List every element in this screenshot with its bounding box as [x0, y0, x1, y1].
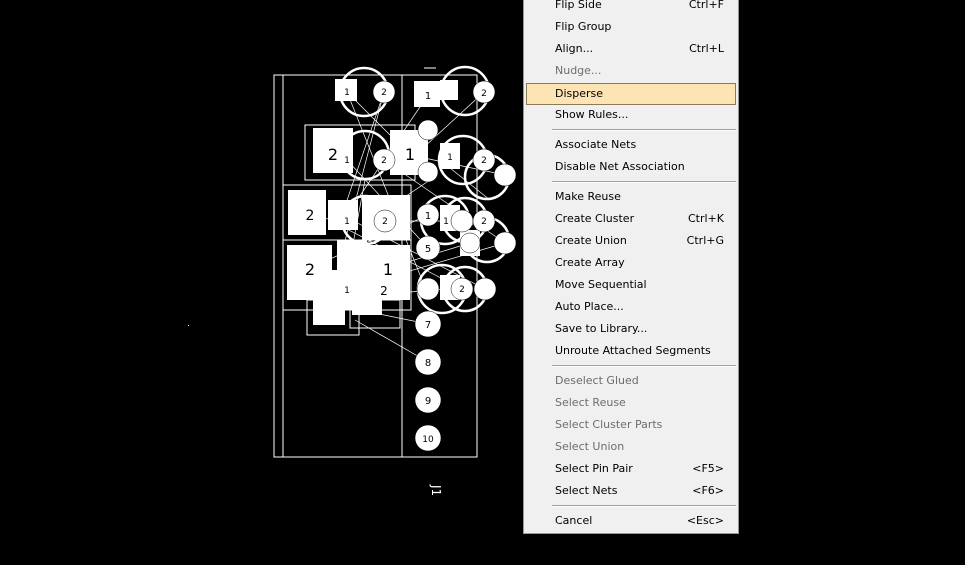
menu-item-move-sequential[interactable]: Move Sequential — [526, 275, 736, 295]
menu-item-create-cluster[interactable]: Create Cluster Ctrl+K — [526, 209, 736, 229]
menu-item-label: Deselect Glued — [555, 374, 639, 387]
menu-item-associate-nets[interactable]: Associate Nets — [526, 135, 736, 155]
menu-item-label: Make Reuse — [555, 190, 621, 203]
menu-separator — [552, 365, 736, 367]
pin-label: 2 — [481, 89, 487, 99]
pin-label: 1 — [344, 217, 350, 227]
menu-item-select-union: Select Union — [526, 437, 736, 457]
menu-item-shortcut: Ctrl+L — [689, 42, 724, 55]
menu-item-select-pin-pair[interactable]: Select Pin Pair <F5> — [526, 459, 736, 479]
menu-item-auto-place[interactable]: Auto Place... — [526, 297, 736, 317]
menu-item-cancel[interactable]: Cancel <Esc> — [526, 511, 736, 531]
menu-item-label: Show Rules... — [555, 108, 629, 121]
menu-item-label: Disable Net Association — [555, 160, 685, 173]
connector-pin: 5 — [425, 244, 431, 255]
pin-label: 1 — [405, 145, 415, 164]
pin-label: 1 — [447, 153, 453, 163]
menu-item-label: Create Array — [555, 256, 625, 269]
menu-item-select-cluster-parts: Select Cluster Parts — [526, 415, 736, 435]
menu-item-unroute-attached-segments[interactable]: Unroute Attached Segments — [526, 341, 736, 361]
menu-separator — [552, 129, 736, 131]
menu-separator — [552, 181, 736, 183]
menu-item-make-reuse[interactable]: Make Reuse — [526, 187, 736, 207]
connector-pin: 7 — [425, 320, 431, 331]
pin-label: 1 — [425, 91, 431, 102]
pin-label: 1 — [344, 156, 350, 166]
menu-item-label: Flip Group — [555, 20, 612, 33]
menu-item-label: Flip Side — [555, 0, 602, 11]
menu-item-create-union[interactable]: Create Union Ctrl+G — [526, 231, 736, 251]
connector-pin: 10 — [422, 435, 434, 445]
menu-item-label: Create Union — [555, 234, 627, 247]
pin-label: 1 — [383, 260, 393, 279]
menu-item-shortcut: Ctrl+F — [688, 0, 724, 11]
menu-item-label: Associate Nets — [555, 138, 637, 151]
cursor-dot — [188, 325, 189, 326]
pin-label: 2 — [481, 156, 487, 166]
pin-label: 2 — [306, 208, 315, 224]
menu-item-label: Select Union — [555, 440, 625, 453]
pcb-canvas[interactable]: 1 2 1 2 2 1 2 1 1 2 2 1 2 1 1 2 2 1 2 1 … — [0, 0, 965, 565]
menu-item-label: Select Nets — [555, 484, 618, 497]
pin-label: 2 — [381, 156, 387, 166]
menu-item-label: Unroute Attached Segments — [555, 344, 711, 357]
menu-item-select-nets[interactable]: Select Nets <F6> — [526, 481, 736, 501]
menu-item-shortcut: <F6> — [692, 484, 724, 497]
menu-item-label: Auto Place... — [555, 300, 624, 313]
menu-item-label: Create Cluster — [555, 212, 635, 225]
menu-item-shortcut: Ctrl+G — [686, 234, 724, 247]
pin-label: 2 — [481, 217, 487, 227]
menu-item-flip-side[interactable]: Flip Side Ctrl+F — [526, 0, 736, 15]
pin-label: 2 — [459, 285, 465, 295]
menu-item-label: Move Sequential — [555, 278, 647, 291]
menu-item-shortcut: Ctrl+K — [687, 212, 724, 225]
menu-item-label: Select Cluster Parts — [555, 418, 663, 431]
menu-item-show-rules[interactable]: Show Rules... — [526, 105, 736, 125]
menu-item-nudge: Nudge... — [526, 61, 736, 81]
pin-label: 2 — [381, 88, 387, 98]
pin-label: 1 — [425, 211, 431, 222]
pin-label: 1 — [344, 286, 350, 296]
pin-label: 2 — [305, 260, 315, 279]
menu-item-label: Cancel — [555, 514, 593, 527]
pin-label: 2 — [328, 145, 338, 164]
menu-item-shortcut: <Esc> — [686, 514, 724, 527]
menu-item-label: Nudge... — [555, 64, 602, 77]
menu-item-label: Align... — [555, 42, 594, 55]
menu-item-shortcut: <F5> — [692, 462, 724, 475]
menu-item-save-to-library[interactable]: Save to Library... — [526, 319, 736, 339]
menu-item-disperse[interactable]: Disperse — [526, 83, 736, 105]
menu-item-flip-group[interactable]: Flip Group — [526, 17, 736, 37]
menu-item-label: Disperse — [555, 87, 604, 100]
context-menu: Flip Side Ctrl+F Flip Group Align... Ctr… — [523, 0, 739, 534]
connector-pin: 9 — [425, 396, 431, 407]
pin-label: 2 — [380, 284, 388, 298]
menu-item-label: Select Pin Pair — [555, 462, 633, 475]
menu-item-label: Save to Library... — [555, 322, 648, 335]
menu-item-align[interactable]: Align... Ctrl+L — [526, 39, 736, 59]
menu-separator — [552, 505, 736, 507]
menu-item-label: Select Reuse — [555, 396, 626, 409]
menu-item-create-array[interactable]: Create Array — [526, 253, 736, 273]
menu-item-deselect-glued: Deselect Glued — [526, 371, 736, 391]
pin-label: 1 — [344, 88, 350, 98]
menu-item-select-reuse: Select Reuse — [526, 393, 736, 413]
menu-item-disable-net-association[interactable]: Disable Net Association — [526, 157, 736, 177]
connector-designator: J1 — [429, 484, 443, 496]
connector-pin: 8 — [425, 358, 431, 369]
pin-label: 2 — [382, 217, 388, 227]
pin-label: 1 — [443, 217, 449, 227]
